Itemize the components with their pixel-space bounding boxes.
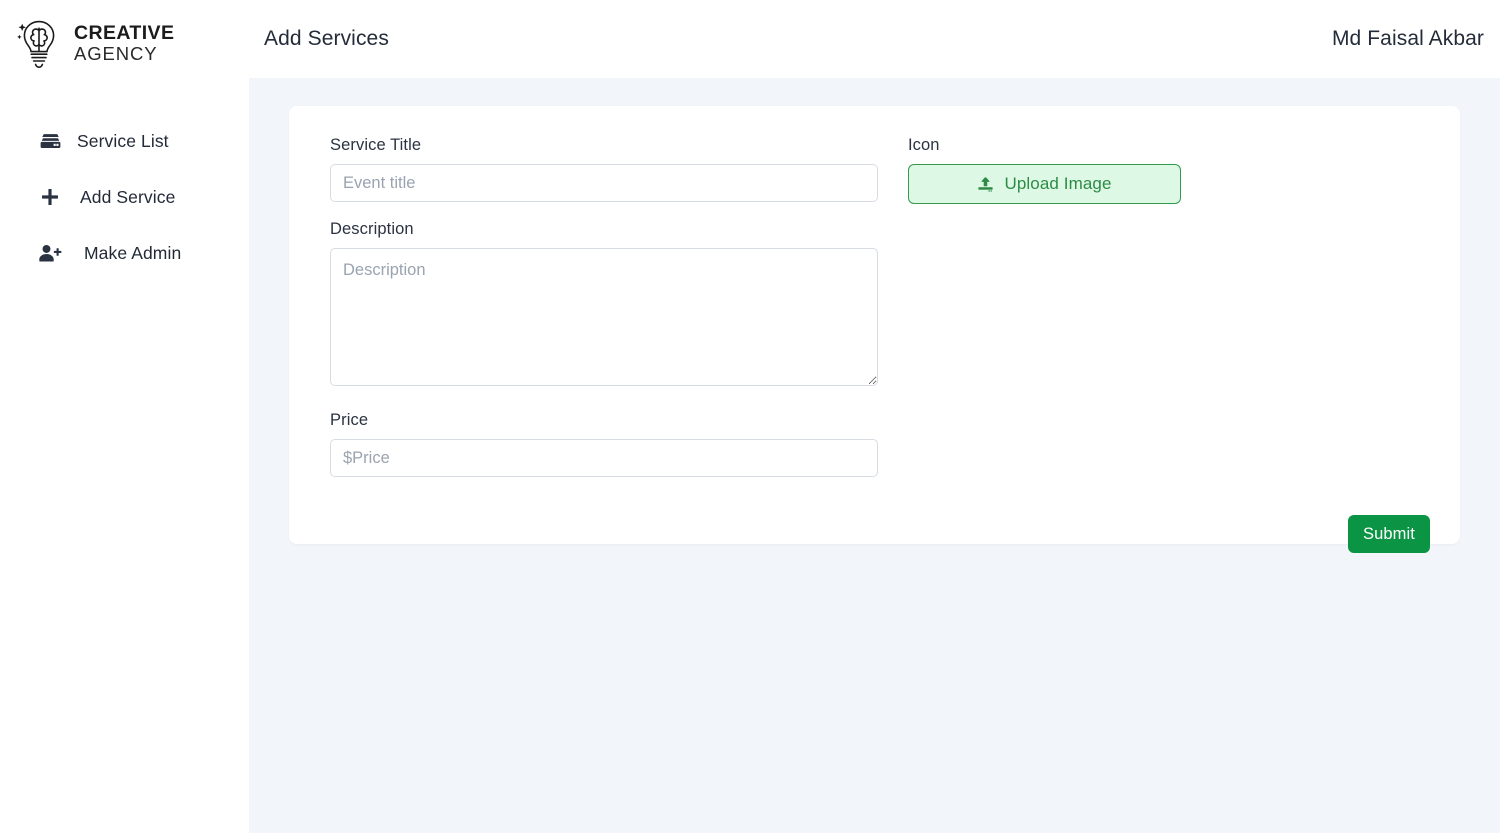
icon-label: Icon	[908, 136, 940, 154]
top-bar: Add Services Md Faisal Akbar	[249, 0, 1500, 78]
user-plus-icon	[38, 242, 62, 264]
price-input[interactable]	[330, 439, 878, 477]
description-label: Description	[330, 220, 414, 238]
brain-lightbulb-icon	[16, 17, 62, 69]
user-name[interactable]: Md Faisal Akbar	[1332, 27, 1484, 51]
sidebar-item-make-admin[interactable]: Make Admin	[0, 238, 249, 268]
sidebar-item-label: Make Admin	[84, 242, 182, 263]
main-area: Add Services Md Faisal Akbar Service Tit…	[249, 0, 1500, 833]
content-area: Service Title Description Price Icon	[249, 78, 1500, 833]
brand-line-2: AGENCY	[74, 43, 158, 65]
upload-image-label: Upload Image	[1004, 174, 1112, 193]
submit-button[interactable]: Submit	[1348, 515, 1430, 553]
submit-row: Submit	[330, 515, 1430, 553]
add-service-card: Service Title Description Price Icon	[289, 106, 1460, 553]
app-root: CREATIVE AGENCY Service List Add Service…	[0, 0, 1500, 833]
service-title-input[interactable]	[330, 164, 878, 202]
upload-image-button[interactable]: Upload Image	[908, 164, 1181, 204]
sidebar-item-add-service[interactable]: Add Service	[0, 182, 249, 212]
sidebar-item-label: Add Service	[80, 186, 176, 207]
sidebar-item-label: Service List	[77, 130, 169, 151]
sidebar: CREATIVE AGENCY Service List Add Service…	[0, 0, 249, 833]
brand-logo[interactable]: CREATIVE AGENCY	[0, 14, 249, 72]
form-right-column: Icon Upload Image	[908, 136, 1430, 477]
upload-icon	[977, 176, 994, 193]
sidebar-nav: Service List Add Service Make Admin	[0, 126, 249, 294]
brand-line-1: CREATIVE	[74, 22, 175, 45]
plus-icon	[38, 186, 62, 208]
page-title: Add Services	[264, 27, 389, 50]
server-icon	[38, 130, 62, 152]
add-service-form: Service Title Description Price Icon	[330, 136, 1430, 477]
price-label: Price	[330, 411, 369, 429]
form-left-column: Service Title Description Price	[330, 136, 878, 477]
description-textarea[interactable]	[330, 248, 878, 386]
sidebar-item-service-list[interactable]: Service List	[0, 126, 249, 156]
service-title-label: Service Title	[330, 136, 422, 154]
